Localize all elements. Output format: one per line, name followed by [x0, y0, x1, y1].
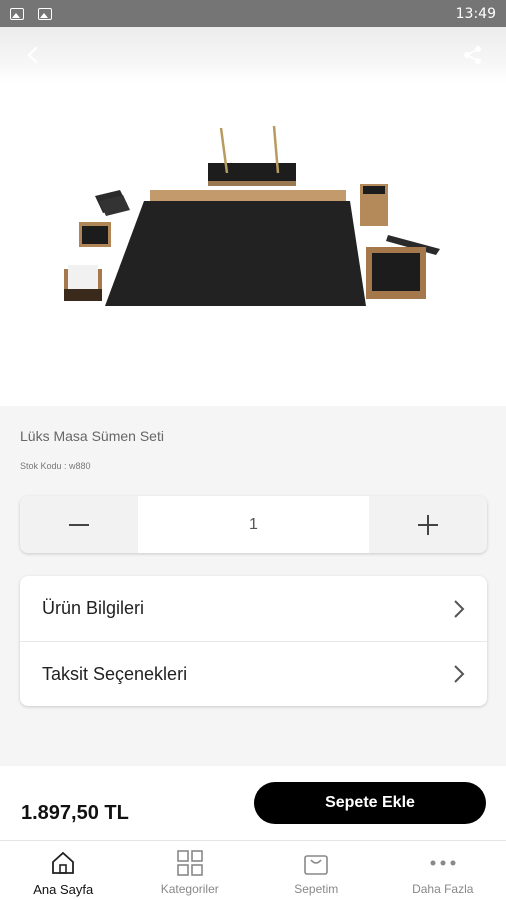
- chevron-right-icon: [454, 665, 465, 683]
- image-notification-icon: [10, 7, 24, 20]
- price: 1.897,50 TL: [21, 802, 129, 824]
- product-image: [0, 83, 506, 406]
- menu-item-label: Ürün Bilgileri: [42, 598, 145, 618]
- desk-set-illustration: [64, 125, 440, 306]
- menu-item-installments[interactable]: Taksit Seçenekleri: [20, 641, 487, 706]
- nav-item-more[interactable]: Daha Fazla: [380, 841, 506, 900]
- nav-item-cart[interactable]: Sepetim: [253, 841, 380, 900]
- gallery-notification-icon: [38, 7, 52, 20]
- bottom-nav: Ana Sayfa Kategoriler Sepetim Daha Fazla: [0, 840, 506, 900]
- nav-item-categories[interactable]: Kategoriler: [127, 841, 254, 900]
- quantity-stepper: 1: [20, 496, 487, 553]
- increase-quantity-button[interactable]: [369, 496, 487, 553]
- add-to-cart-button[interactable]: Sepete Ekle: [254, 782, 486, 824]
- nav-label: Kategoriler: [160, 882, 219, 896]
- plus-icon: [418, 514, 438, 535]
- menu-item-label: Taksit Seçenekleri: [42, 663, 188, 684]
- nav-item-home[interactable]: Ana Sayfa: [0, 841, 127, 900]
- top-bar: [0, 27, 506, 83]
- minus-icon: [69, 523, 89, 526]
- grid-icon: [176, 850, 203, 876]
- nav-label: Daha Fazla: [412, 882, 474, 896]
- home-icon: [52, 851, 75, 874]
- stock-code: Stok Kodu : w880: [20, 461, 91, 471]
- buy-bar: 1.897,50 TL Sepete Ekle: [0, 766, 506, 840]
- nav-label: Sepetim: [294, 882, 339, 896]
- product-info: Lüks Masa Sümen Seti Stok Kodu : w880 1 …: [0, 406, 506, 766]
- chevron-left-icon: [27, 46, 38, 64]
- quantity-value[interactable]: 1: [138, 496, 369, 553]
- status-bar: 13:49: [0, 0, 506, 27]
- more-icon: [430, 860, 456, 866]
- share-button[interactable]: [462, 44, 484, 66]
- product-menu: Ürün Bilgileri Taksit Seçenekleri: [20, 576, 487, 706]
- product-title: Lüks Masa Sümen Seti: [20, 428, 164, 444]
- chevron-right-icon: [454, 599, 465, 618]
- cart-icon: [304, 855, 329, 875]
- share-icon: [464, 46, 481, 64]
- status-time: 13:49: [455, 5, 496, 22]
- nav-label: Ana Sayfa: [33, 882, 94, 897]
- back-button[interactable]: [22, 45, 42, 65]
- menu-item-product-info[interactable]: Ürün Bilgileri: [20, 576, 487, 641]
- decrease-quantity-button[interactable]: [20, 496, 138, 553]
